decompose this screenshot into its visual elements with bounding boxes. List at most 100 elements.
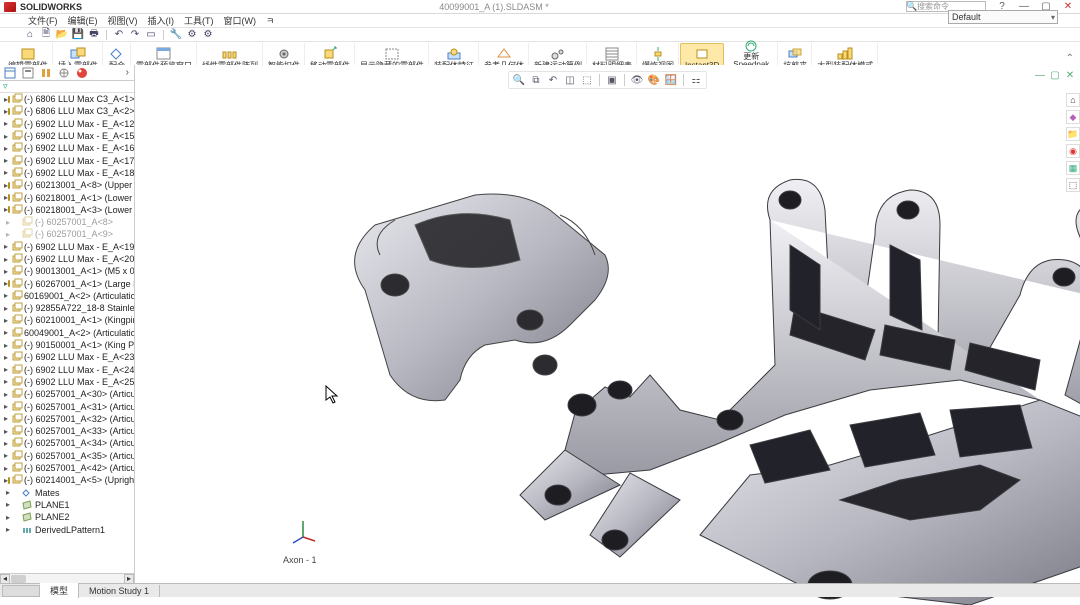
close-button[interactable]: ✕: [1060, 1, 1076, 13]
tree-node[interactable]: ▸(-) 60257001_A<8>: [0, 216, 134, 228]
tab-dimxpert-icon[interactable]: [56, 66, 72, 80]
zoom-fit-icon[interactable]: 🔍: [512, 73, 526, 87]
tree-twisty-icon[interactable]: ▸: [4, 377, 8, 386]
tree-node[interactable]: ▸(-) 6902 LLU Max - E_A<17> (: [0, 154, 134, 166]
tree-node[interactable]: ▸(-) 60218001_A<1> (Lower AR: [0, 191, 134, 203]
config-selector[interactable]: Default ▾: [948, 10, 1058, 24]
tree-node[interactable]: ▸(-) 60218001_A<3> (Lower AR: [0, 204, 134, 216]
zoom-area-icon[interactable]: ⧉: [529, 73, 543, 87]
tab-config-mgr-icon[interactable]: [38, 66, 54, 80]
tree-twisty-icon[interactable]: ▸: [4, 218, 12, 227]
menu-view[interactable]: 视图(V): [104, 14, 142, 27]
tree-node[interactable]: ▸(-) 60257001_A<30> (Articulat: [0, 388, 134, 400]
tree-twisty-icon[interactable]: ▸: [4, 525, 12, 534]
tree-twisty-icon[interactable]: ▸: [4, 291, 8, 300]
tree-node[interactable]: ▸60169001_A<2> (Articulation f: [0, 290, 134, 302]
scrollbar-thumb[interactable]: [11, 575, 26, 583]
bottom-tab-motion[interactable]: Motion Study 1: [79, 585, 160, 597]
open-icon[interactable]: 📂: [56, 29, 68, 41]
tree-node[interactable]: ▸(-) 6902 LLU Max - E_A<15> (: [0, 130, 134, 142]
bottom-tab-model[interactable]: 模型: [40, 583, 79, 598]
menu-window[interactable]: 窗口(W): [220, 14, 261, 27]
scroll-right-icon[interactable]: ▸: [124, 574, 134, 584]
options-icon[interactable]: ⚙: [186, 29, 198, 41]
tab-display-mgr-icon[interactable]: [74, 66, 90, 80]
rebuild-icon[interactable]: 🔧: [170, 29, 182, 41]
new-icon[interactable]: 🗎: [40, 29, 52, 41]
tree-node[interactable]: ▸(-) 60257001_A<35> (Articulat: [0, 450, 134, 462]
section-view-icon[interactable]: ◫: [563, 73, 577, 87]
home-icon[interactable]: ⌂: [24, 29, 36, 41]
tree-twisty-icon[interactable]: ▸: [4, 451, 8, 460]
tree-node[interactable]: ▸(-) 60257001_A<34> (Articulat: [0, 437, 134, 449]
tree-node[interactable]: ▸(-) 6902 LLU Max - E_A<25> (: [0, 376, 134, 388]
tree-node[interactable]: ▸(-) 60210001_A<1> (Kingpin): [0, 314, 134, 326]
tree-node[interactable]: ▸(-) 60257001_A<42> (Articulat: [0, 462, 134, 474]
tree-node[interactable]: ▸(-) 6902 LLU Max - E_A<16> (: [0, 142, 134, 154]
tree-node[interactable]: ▸(-) 6902 LLU Max - E_A<23> (: [0, 351, 134, 363]
tree-twisty-icon[interactable]: ▸: [4, 341, 8, 350]
tree-node[interactable]: ▸(-) 6902 LLU Max - E_A<20> (: [0, 253, 134, 265]
tree-node[interactable]: ▸PLANE1: [0, 499, 134, 511]
task-view-palette-icon[interactable]: ◉: [1066, 144, 1080, 158]
undo-icon[interactable]: ↶: [113, 29, 125, 41]
doc-restore-icon[interactable]: ▢: [1049, 69, 1061, 81]
tree-node[interactable]: ▸PLANE2: [0, 511, 134, 523]
panel-expand-icon[interactable]: ›: [123, 67, 132, 78]
previous-view-icon[interactable]: ↶: [546, 73, 560, 87]
tree-node[interactable]: ▸(-) 6902 LLU Max - E_A<24> (: [0, 364, 134, 376]
menu-tools[interactable]: 工具(T): [180, 14, 218, 27]
tree-node[interactable]: ▸(-) 90013001_A<1> (M5 x 0.8: [0, 265, 134, 277]
display-style-icon[interactable]: ▣: [605, 73, 619, 87]
feature-tree[interactable]: ▸(-) 6806 LLU Max C3_A<1> (D▸(-) 6806 LL…: [0, 93, 134, 573]
tree-twisty-icon[interactable]: ▸: [4, 316, 8, 325]
menu-pin[interactable]: ㅋ: [262, 14, 278, 27]
redo-icon[interactable]: ↷: [129, 29, 141, 41]
tree-filter-row[interactable]: ▿: [0, 81, 134, 93]
tree-node[interactable]: ▸(-) 60257001_A<31> (Articulat: [0, 400, 134, 412]
tree-node[interactable]: ▸(-) 60213001_A<8> (Upper Ar: [0, 179, 134, 191]
tree-twisty-icon[interactable]: ▸: [4, 464, 8, 473]
tree-node[interactable]: ▸Mates: [0, 487, 134, 499]
tree-twisty-icon[interactable]: ▸: [4, 119, 8, 128]
tree-node[interactable]: ▸(-) 6902 LLU Max - E_A<19> (: [0, 241, 134, 253]
tree-node[interactable]: ▸60049001_A<2> (Articulatio: [0, 327, 134, 339]
tree-twisty-icon[interactable]: ▸: [4, 439, 8, 448]
tree-node[interactable]: ▸(-) 90150001_A<1> (King Pin B: [0, 339, 134, 351]
tab-property-mgr-icon[interactable]: [20, 66, 36, 80]
tree-twisty-icon[interactable]: ▸: [4, 255, 8, 264]
tree-node[interactable]: ▸(-) 6806 LLU Max C3_A<2> (: [0, 105, 134, 117]
tree-node[interactable]: ▸DerivedLPattern1: [0, 523, 134, 535]
save-icon[interactable]: 💾: [72, 29, 84, 41]
tree-node[interactable]: ▸(-) 6902 LLU Max - E_A<12> (: [0, 118, 134, 130]
tab-feature-tree-icon[interactable]: [2, 66, 18, 80]
print-icon[interactable]: 🖶: [88, 29, 100, 41]
tree-twisty-icon[interactable]: ▸: [4, 414, 8, 423]
tree-node[interactable]: ▸(-) 60267001_A<1> (Large Kin: [0, 277, 134, 289]
task-explorer-icon[interactable]: 📁: [1066, 127, 1080, 141]
scene-icon[interactable]: 🪟: [664, 73, 678, 87]
tree-node[interactable]: ▸(-) 60214001_A<5> (Upright -: [0, 474, 134, 486]
tree-twisty-icon[interactable]: ▸: [4, 427, 8, 436]
tree-twisty-icon[interactable]: ▸: [4, 132, 8, 141]
gear-icon[interactable]: ⚙: [202, 29, 214, 41]
tree-node[interactable]: ▸(-) 6902 LLU Max - E_A<18> (: [0, 167, 134, 179]
hide-show-icon[interactable]: 👁: [630, 73, 644, 87]
tree-twisty-icon[interactable]: ▸: [4, 144, 8, 153]
tree-twisty-icon[interactable]: ▸: [4, 328, 8, 337]
tree-twisty-icon[interactable]: ▸: [4, 156, 8, 165]
tree-twisty-icon[interactable]: ▸: [4, 390, 8, 399]
tree-node[interactable]: ▸(-) 6806 LLU Max C3_A<1> (D: [0, 93, 134, 105]
tree-twisty-icon[interactable]: ▸: [4, 365, 8, 374]
tree-twisty-icon[interactable]: ▸: [4, 402, 8, 411]
tree-twisty-icon[interactable]: ▸: [4, 267, 8, 276]
ribbon-collapse-icon[interactable]: ⌃: [1064, 51, 1076, 66]
doc-minimize-icon[interactable]: —: [1034, 69, 1046, 81]
tree-twisty-icon[interactable]: ▸: [4, 500, 12, 509]
task-home-icon[interactable]: ⌂: [1066, 93, 1080, 107]
scroll-left-icon[interactable]: ◂: [0, 574, 10, 584]
tree-node[interactable]: ▸(-) 60257001_A<32> (Articulat: [0, 413, 134, 425]
tree-twisty-icon[interactable]: ▸: [4, 353, 8, 362]
tree-twisty-icon[interactable]: ▸: [4, 230, 12, 239]
tree-node[interactable]: ▸(-) 60257001_A<33> (Articulat: [0, 425, 134, 437]
